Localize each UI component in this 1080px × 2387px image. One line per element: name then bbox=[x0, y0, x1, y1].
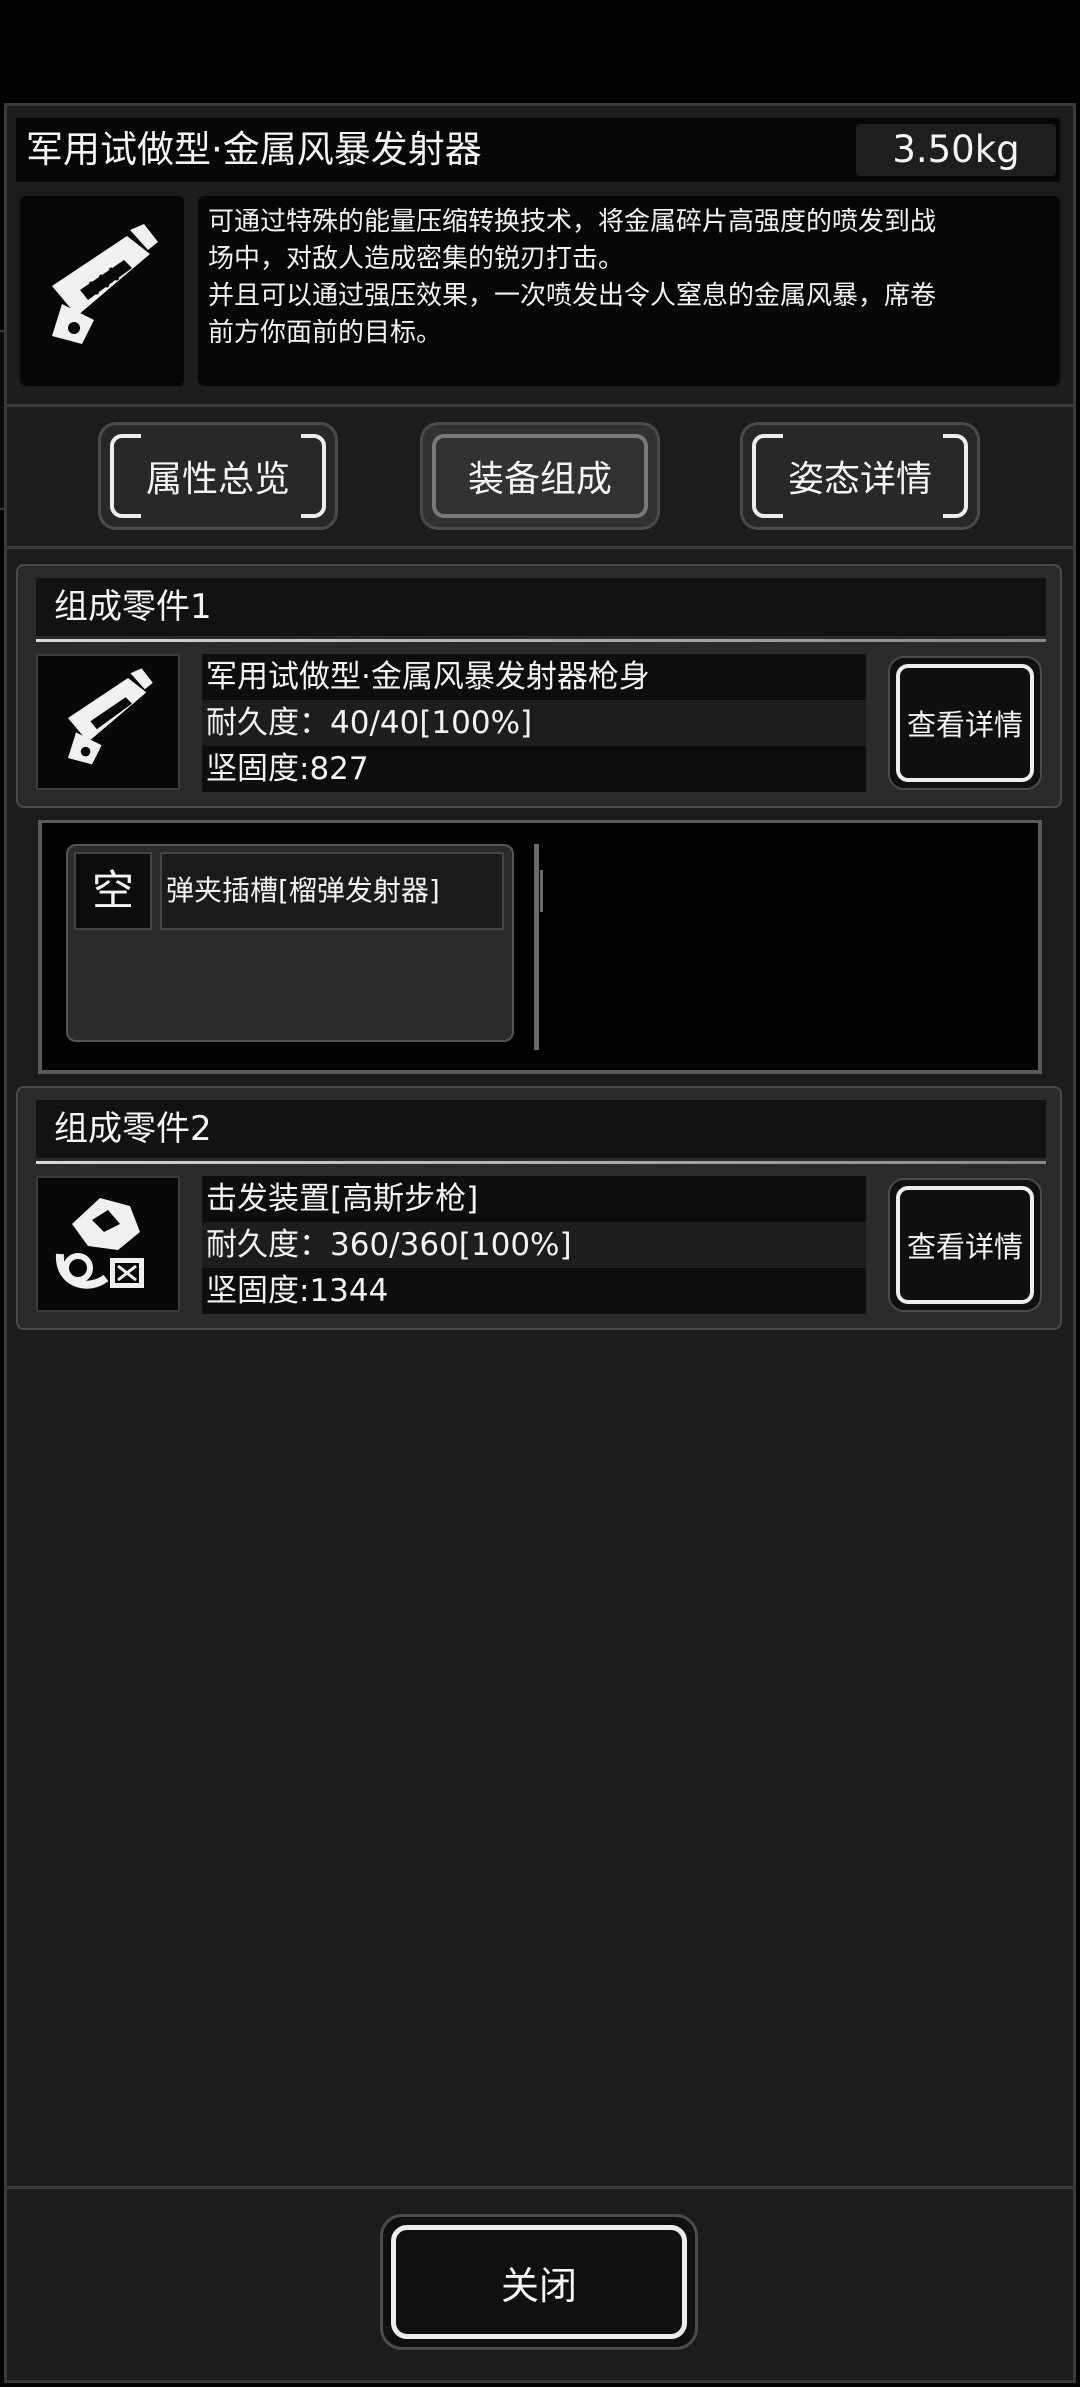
view-details-button[interactable]: 查看详情 bbox=[888, 656, 1042, 790]
slot-empty-indicator: 空 bbox=[74, 852, 152, 930]
scroll-marker bbox=[540, 870, 543, 912]
tab-label: 姿态详情 bbox=[787, 459, 932, 500]
view-details-button[interactable]: 查看详情 bbox=[888, 1178, 1042, 1312]
divider bbox=[4, 404, 1076, 407]
part-hardness: 坚固度:827 bbox=[202, 746, 866, 792]
part-icon-frame bbox=[36, 1176, 180, 1312]
view-details-label: 查看详情 bbox=[906, 1230, 1023, 1264]
part-durability: 耐久度：40/40[100%] bbox=[202, 700, 866, 746]
description-line: 可通过特殊的能量压缩转换技术，将金属碎片高强度的喷发到战 bbox=[208, 207, 937, 237]
description-line: 场中，对敌人造成密集的锐刃打击。 bbox=[208, 244, 625, 274]
part-hardness: 坚固度:1344 bbox=[202, 1268, 866, 1314]
item-weight: 3.50kg bbox=[856, 124, 1056, 176]
launcher-body-icon bbox=[68, 668, 153, 765]
slot-scrollbar[interactable] bbox=[534, 844, 539, 1050]
part-name: 军用试做型·金属风暴发射器枪身 bbox=[202, 654, 866, 700]
slot-name: 弹夹插槽[榴弹发射器] bbox=[160, 852, 504, 930]
tab-stance-details[interactable]: 姿态详情 bbox=[740, 422, 980, 530]
tab-attributes-overview[interactable]: 属性总览 bbox=[98, 422, 338, 530]
tab-equipment-composition[interactable]: 装备组成 bbox=[420, 422, 660, 530]
close-button[interactable]: 关闭 bbox=[380, 2214, 698, 2350]
view-details-label: 查看详情 bbox=[906, 708, 1023, 742]
part-durability: 耐久度：360/360[100%] bbox=[202, 1222, 866, 1268]
firing-mechanism-icon bbox=[55, 1198, 144, 1289]
part-icon-frame bbox=[36, 654, 180, 790]
component-header-1: 组成零件1 bbox=[36, 578, 1046, 642]
tab-label: 装备组成 bbox=[467, 459, 612, 500]
divider bbox=[4, 546, 1076, 549]
description-line: 前方你面前的目标。 bbox=[208, 318, 443, 348]
item-description: 可通过特殊的能量压缩转换技术，将金属碎片高强度的喷发到战 场中，对敌人造成密集的… bbox=[198, 196, 1060, 386]
component-header-2: 组成零件2 bbox=[36, 1100, 1046, 1164]
divider bbox=[4, 2186, 1076, 2189]
description-line: 并且可以通过强压效果，一次喷发出令人窒息的金属风暴，席卷 bbox=[208, 281, 937, 311]
metal-storm-launcher-icon bbox=[52, 224, 158, 344]
close-label: 关闭 bbox=[500, 2263, 577, 2308]
part-name: 击发装置[高斯步枪] bbox=[202, 1176, 866, 1222]
tab-label: 属性总览 bbox=[145, 459, 290, 500]
item-title: 军用试做型·金属风暴发射器 bbox=[26, 128, 482, 171]
item-icon-frame bbox=[20, 196, 184, 386]
